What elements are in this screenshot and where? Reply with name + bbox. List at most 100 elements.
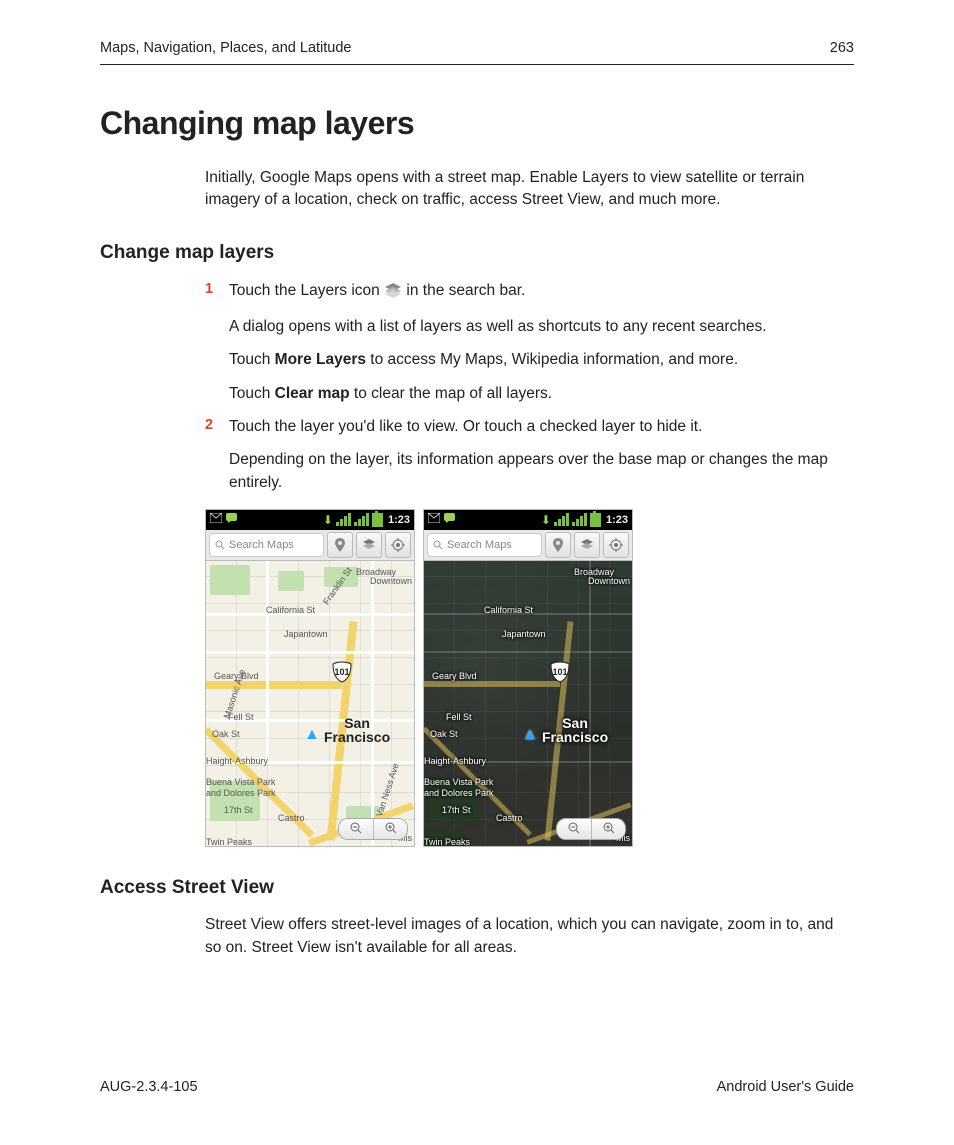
map-label: Castro — [496, 813, 523, 823]
step-1: 1 Touch the Layers icon in the search ba… — [205, 279, 854, 405]
section-heading-change-layers: Change map layers — [100, 242, 854, 264]
layers-icon — [362, 539, 376, 551]
map-label: Haight-Ashbury — [424, 756, 486, 766]
map-label: Castro — [278, 813, 305, 823]
my-location-button[interactable] — [385, 532, 411, 558]
page-number: 263 — [830, 40, 854, 56]
svg-text:101: 101 — [334, 667, 349, 677]
street-view-paragraph: Street View offers street-level images o… — [205, 914, 854, 959]
page-title: Changing map layers — [100, 105, 854, 142]
step1-p4a: Touch — [229, 385, 275, 402]
pin-icon — [553, 538, 563, 552]
layers-icon — [384, 282, 402, 305]
map-label: Downtown — [588, 576, 630, 586]
layers-icon — [580, 539, 594, 551]
signal-icon — [554, 513, 569, 526]
search-icon — [433, 540, 443, 550]
map-view-satellite[interactable]: Broadway Downtown California St Japantow… — [424, 561, 632, 846]
mail-icon — [428, 513, 440, 526]
page-header: Maps, Navigation, Places, and Latitude 2… — [100, 40, 854, 65]
search-placeholder: Search Maps — [447, 539, 512, 551]
map-label: Twin Peaks — [424, 837, 470, 846]
page-footer: AUG-2.3.4-105 Android User's Guide — [100, 1079, 854, 1095]
zoom-out-button[interactable] — [339, 819, 373, 839]
screenshot-row: ⬇ 1:23 Search Maps — [205, 509, 854, 847]
search-icon — [215, 540, 225, 550]
download-icon: ⬇ — [541, 514, 551, 526]
zoom-in-icon — [603, 822, 615, 834]
zoom-in-button[interactable] — [373, 819, 407, 839]
target-icon — [391, 538, 405, 552]
zoom-out-button[interactable] — [557, 819, 591, 839]
search-input[interactable]: Search Maps — [427, 533, 542, 557]
screenshot-street-map: ⬇ 1:23 Search Maps — [205, 509, 415, 847]
mail-icon — [210, 513, 222, 526]
my-location-icon: ▲ — [522, 726, 538, 744]
city-label: San Francisco — [324, 716, 390, 745]
chapter-title: Maps, Navigation, Places, and Latitude — [100, 40, 351, 56]
battery-icon — [372, 513, 383, 527]
footer-doc-id: AUG-2.3.4-105 — [100, 1079, 198, 1095]
status-clock: 1:23 — [606, 514, 628, 526]
zoom-out-icon — [350, 822, 362, 834]
zoom-in-icon — [385, 822, 397, 834]
zoom-out-icon — [568, 822, 580, 834]
screenshot-satellite-map: ⬇ 1:23 Search Maps — [423, 509, 633, 847]
map-label: California St — [484, 605, 533, 615]
highway-shield-icon: 101 — [549, 661, 569, 681]
download-icon: ⬇ — [323, 514, 333, 526]
step1-p2: A dialog opens with a list of layers as … — [229, 315, 854, 338]
status-clock: 1:23 — [388, 514, 410, 526]
map-label: Twin Peaks — [206, 837, 252, 846]
map-label: and Dolores Park — [424, 788, 494, 798]
map-label: Fell St — [446, 712, 472, 722]
map-label: Japantown — [284, 629, 328, 639]
zoom-in-button[interactable] — [591, 819, 625, 839]
step2-p1: Touch the layer you'd like to view. Or t… — [229, 415, 854, 438]
layers-button[interactable] — [574, 532, 600, 558]
pin-icon — [335, 538, 345, 552]
search-placeholder: Search Maps — [229, 539, 294, 551]
map-label: 17th St — [442, 805, 471, 815]
clear-map-bold: Clear map — [275, 385, 350, 402]
chat-icon — [226, 513, 237, 526]
map-label: Geary Blvd — [432, 671, 477, 681]
map-label: Japantown — [502, 629, 546, 639]
city-label: San Francisco — [542, 716, 608, 745]
map-label: Buena Vista Park — [424, 777, 493, 787]
places-button[interactable] — [327, 532, 353, 558]
step1-text-a: Touch the Layers icon — [229, 282, 380, 299]
footer-doc-title: Android User's Guide — [717, 1079, 854, 1095]
step1-p3b: to access My Maps, Wikipedia information… — [366, 351, 738, 368]
signal-icon — [572, 513, 587, 526]
highway-shield-icon: 101 — [331, 661, 351, 681]
zoom-control — [556, 818, 626, 840]
map-label: 17th St — [224, 805, 253, 815]
svg-text:101: 101 — [552, 667, 567, 677]
step-2: 2 Touch the layer you'd like to view. Or… — [205, 415, 854, 495]
map-label: Buena Vista Park — [206, 777, 275, 787]
section-heading-street-view: Access Street View — [100, 877, 854, 899]
target-icon — [609, 538, 623, 552]
step1-text-b: in the search bar. — [406, 282, 525, 299]
map-label: and Dolores Park — [206, 788, 276, 798]
more-layers-bold: More Layers — [275, 351, 366, 368]
step-number: 1 — [205, 279, 213, 301]
my-location-button[interactable] — [603, 532, 629, 558]
places-button[interactable] — [545, 532, 571, 558]
step2-p2: Depending on the layer, its information … — [229, 448, 854, 495]
map-label: Oak St — [430, 729, 458, 739]
map-view-street[interactable]: Broadway Downtown California St Japantow… — [206, 561, 414, 846]
status-bar: ⬇ 1:23 — [424, 510, 632, 530]
layers-button[interactable] — [356, 532, 382, 558]
signal-icon — [354, 513, 369, 526]
map-label: California St — [266, 605, 315, 615]
my-location-icon: ▲ — [304, 726, 320, 744]
intro-paragraph: Initially, Google Maps opens with a stre… — [205, 167, 854, 212]
signal-icon — [336, 513, 351, 526]
battery-icon — [590, 513, 601, 527]
search-input[interactable]: Search Maps — [209, 533, 324, 557]
map-search-bar: Search Maps — [206, 530, 414, 561]
step1-p3a: Touch — [229, 351, 275, 368]
map-label: Oak St — [212, 729, 240, 739]
